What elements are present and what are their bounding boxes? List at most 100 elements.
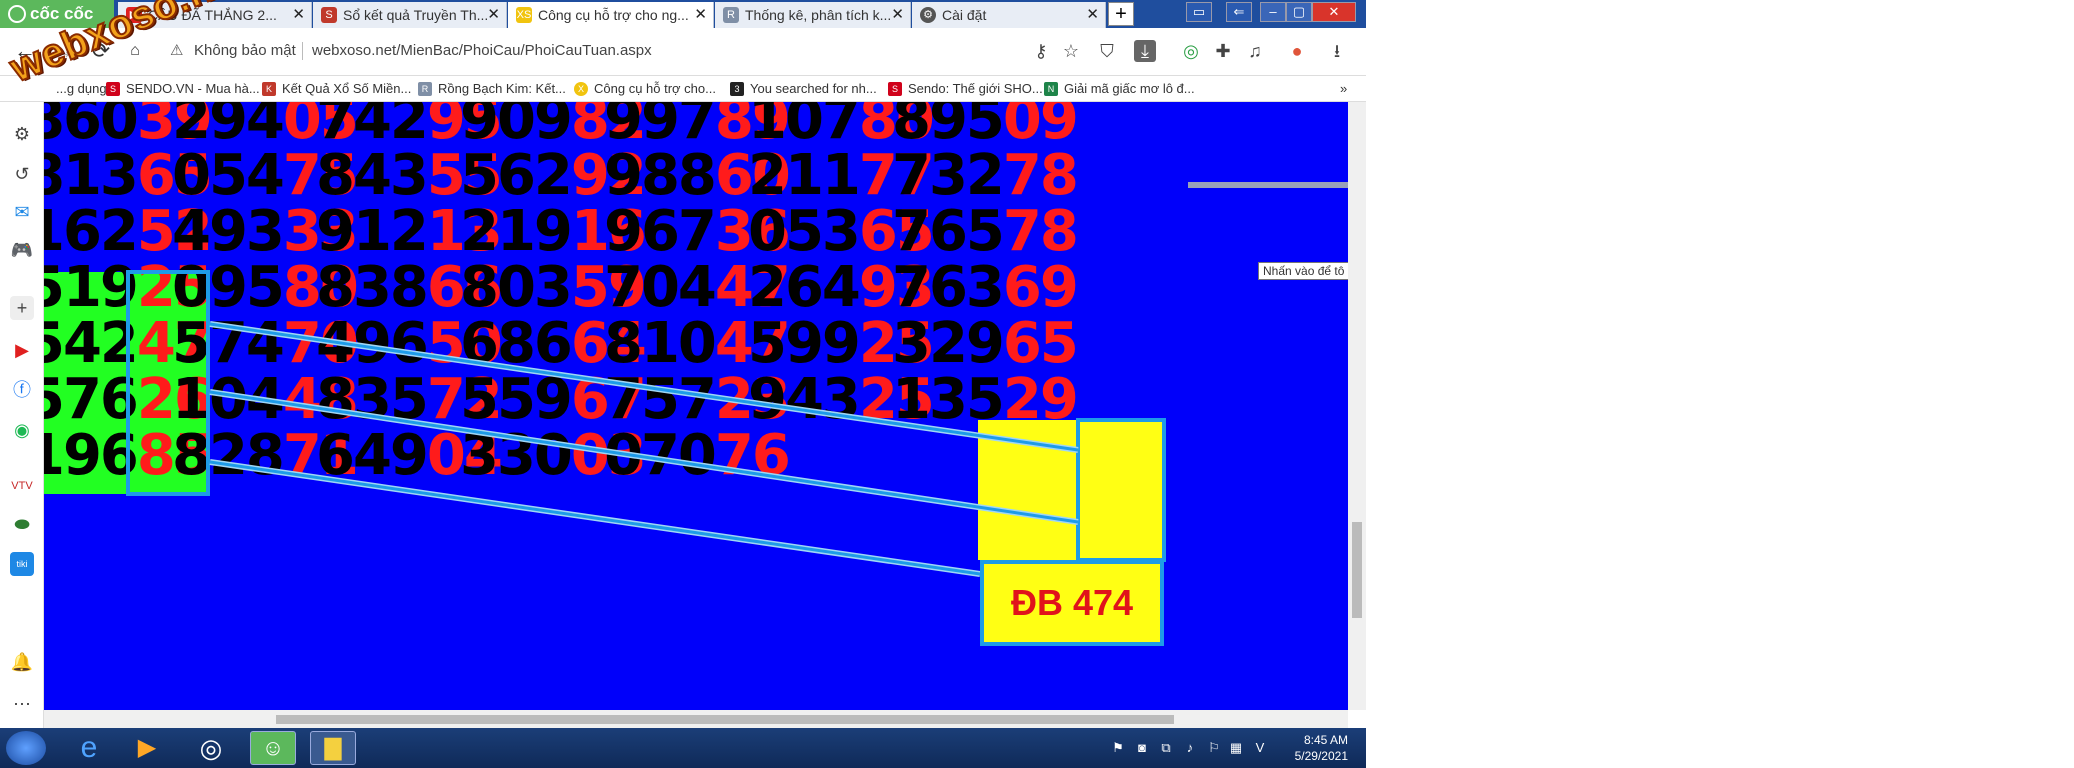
close-tab-icon[interactable]: ✕	[1086, 2, 1099, 28]
bookmark-label: Công cụ hỗ trợ cho...	[594, 81, 716, 96]
connection-line	[209, 390, 1079, 524]
bookmarks-bar: ...g dụng S SENDO.VN - Mua hà... K Kết Quả…	[0, 76, 1366, 102]
bookmark-sendo[interactable]: S SENDO.VN - Mua hà...	[106, 80, 260, 98]
bookmark-label: SENDO.VN - Mua hà...	[126, 81, 260, 96]
history-icon[interactable]: ↺	[10, 162, 34, 186]
horizontal-scrollbar[interactable]	[44, 710, 1348, 728]
folder-icon[interactable]: ▇	[310, 731, 356, 765]
close-tab-icon[interactable]: ✕	[487, 2, 500, 28]
tab-thong-ke[interactable]: R Thống kê, phân tích k... ✕	[715, 2, 911, 28]
window-back-icon[interactable]: ⇐	[1226, 2, 1252, 22]
nd-icon: N	[1044, 82, 1058, 96]
media-player-icon[interactable]: ▶	[124, 731, 170, 765]
facebook-icon[interactable]: ⓕ	[10, 378, 34, 402]
window-profile-icon[interactable]: ▭	[1186, 2, 1212, 22]
close-tab-icon[interactable]: ✕	[694, 2, 707, 28]
tab-so-ket-qua[interactable]: S Sổ kết quả Truyền Th... ✕	[313, 2, 507, 28]
time: 8:45 AM	[1303, 733, 1348, 747]
bookmark-sendo-shop[interactable]: S Sendo: Thế giới SHO...	[888, 80, 1043, 98]
more-bookmarks-icon[interactable]: »	[1340, 80, 1347, 98]
tab-settings[interactable]: ⚙ Cài đặt ✕	[912, 2, 1106, 28]
sendo-icon: S	[106, 82, 120, 96]
vertical-scrollbar[interactable]	[1348, 102, 1366, 710]
tiki-icon[interactable]: tiki	[10, 552, 34, 576]
more-icon[interactable]: ⋯	[10, 692, 34, 716]
close-tab-icon[interactable]: ✕	[292, 2, 305, 28]
key-icon[interactable]: ⚷	[1030, 40, 1052, 62]
unikey-icon[interactable]: V	[1252, 740, 1268, 756]
taskbar: e ▶ ◎ ☺ ▇ ⚑ ◙ ⧉ ♪ ⚐ ▦ V 8:45 AM 5/29/202…	[0, 728, 1366, 768]
bookmark-label: ...g dụng	[56, 81, 107, 96]
bookmark-search[interactable]: 3 You searched for nh...	[730, 80, 877, 98]
connection-line	[209, 460, 981, 576]
url-text[interactable]: webxoso.net/MienBac/PhoiCau/PhoiCauTuan.…	[312, 36, 652, 66]
bell-icon[interactable]: 🔔	[10, 650, 34, 674]
ie-icon[interactable]: e	[66, 731, 112, 765]
music-icon[interactable]: ♫	[1244, 40, 1266, 62]
speaker-icon[interactable]: ♪	[1182, 740, 1198, 756]
tab-label: Cài đặt	[942, 7, 987, 23]
gear-icon: ⚙	[920, 7, 936, 23]
address-bar[interactable]: ⚠ Không bảo mật webxoso.net/MienBac/Phoi…	[162, 36, 1032, 66]
tray-icon[interactable]: ⚑	[1110, 740, 1126, 756]
xs-favicon-icon: XS	[516, 7, 532, 23]
avatar-icon[interactable]: ●	[1286, 40, 1308, 62]
tray-icon[interactable]: ⧉	[1158, 740, 1174, 756]
spotify-icon[interactable]: ◉	[10, 418, 34, 442]
tooltip-underline	[1188, 182, 1348, 188]
rbk-icon: R	[418, 82, 432, 96]
puzzle-icon[interactable]: ✚	[1212, 40, 1234, 62]
vtv-icon[interactable]: VTV	[10, 474, 34, 498]
bookmark-label: Giải mã giấc mơ lô đ...	[1064, 81, 1195, 96]
youtube-icon[interactable]: ▶	[10, 338, 34, 362]
close-tab-icon[interactable]: ✕	[891, 2, 904, 28]
messenger-icon[interactable]: ✉	[10, 200, 34, 224]
sendo-icon: S	[888, 82, 902, 96]
minimize-button[interactable]: –	[1260, 2, 1286, 22]
tab-cong-cu[interactable]: XS Công cụ hỗ trợ cho ng... ✕	[508, 2, 714, 28]
new-tab-button[interactable]: +	[1108, 2, 1134, 26]
date: 5/29/2021	[1294, 749, 1348, 763]
tab-label: Công cụ hỗ trợ cho ng...	[538, 7, 689, 23]
game-icon[interactable]: 🎮	[10, 238, 34, 262]
bookmark-label: Sendo: Thế giới SHO...	[908, 81, 1043, 96]
clock[interactable]: 8:45 AM 5/29/2021	[1295, 732, 1348, 764]
maximize-button[interactable]: ▢	[1286, 2, 1312, 22]
star-icon[interactable]: ☆	[1060, 40, 1082, 62]
turtle-icon[interactable]: ⬬	[10, 512, 34, 536]
flag-icon[interactable]: ⚐	[1206, 740, 1222, 756]
coccoc-logo-icon	[8, 5, 26, 23]
bookmark-label: Rồng Bạch Kim: Kết...	[438, 81, 566, 96]
tray-icon[interactable]: ◙	[1134, 740, 1150, 756]
warning-icon: ⚠	[170, 42, 184, 59]
phoi-cau-grid[interactable]: 8603929405742959098299789107808950981365…	[44, 102, 1348, 710]
toolbar: ← → ⟳ ⌂ ⚠ Không bảo mật webxoso.net/Mien…	[0, 28, 1366, 76]
close-window-button[interactable]: ✕	[1312, 2, 1356, 22]
sidebar: ⚙ ↺ ✉ 🎮 + ▶ ⓕ ◉ VTV ⬬ tiki 🔔 ⋯	[0, 102, 44, 728]
site-favicon-icon: S	[321, 7, 337, 23]
add-panel-icon[interactable]: +	[10, 296, 34, 320]
special-prize-box[interactable]: ĐB 474	[980, 560, 1164, 646]
screen: cốc cốc ▶ CẦU ĐÃ THẮNG 2... ✕ S Sổ kết q…	[0, 0, 1366, 768]
tab-label: Sổ kết quả Truyền Th...	[343, 7, 489, 23]
start-button[interactable]	[6, 731, 46, 765]
365-icon: 3	[730, 82, 744, 96]
bookmark-apps[interactable]: ...g dụng	[56, 80, 107, 98]
download-icon[interactable]: ⤓	[1134, 40, 1156, 62]
coccoc-taskbar-icon[interactable]: ☺	[250, 731, 296, 765]
settings-gear-icon[interactable]: ⚙	[10, 122, 34, 146]
vertical-scroll-thumb[interactable]	[1352, 522, 1362, 618]
bookmark-rong-bach-kim[interactable]: R Rồng Bạch Kim: Kết...	[418, 80, 566, 98]
tooltip: Nhấn vào để tô màu cho ô	[1258, 262, 1348, 280]
bookmark-cong-cu[interactable]: X Công cụ hỗ trợ cho...	[574, 80, 716, 98]
chrome-icon[interactable]: ◎	[1180, 40, 1202, 62]
bookmark-giai-ma[interactable]: N Giải mã giấc mơ lô đ...	[1044, 80, 1195, 98]
downloads-tray-icon[interactable]: ⭳	[1326, 40, 1348, 62]
network-icon[interactable]: ▦	[1228, 740, 1244, 756]
bookmark-ket-qua[interactable]: K Kết Quả Xổ Số Miền...	[262, 80, 411, 98]
site-icon: K	[262, 82, 276, 96]
shield-icon[interactable]: ⛉	[1096, 40, 1118, 62]
chrome-taskbar-icon[interactable]: ◎	[188, 731, 234, 765]
rbk-favicon-icon: R	[723, 7, 739, 23]
horizontal-scroll-thumb[interactable]	[276, 715, 1174, 724]
